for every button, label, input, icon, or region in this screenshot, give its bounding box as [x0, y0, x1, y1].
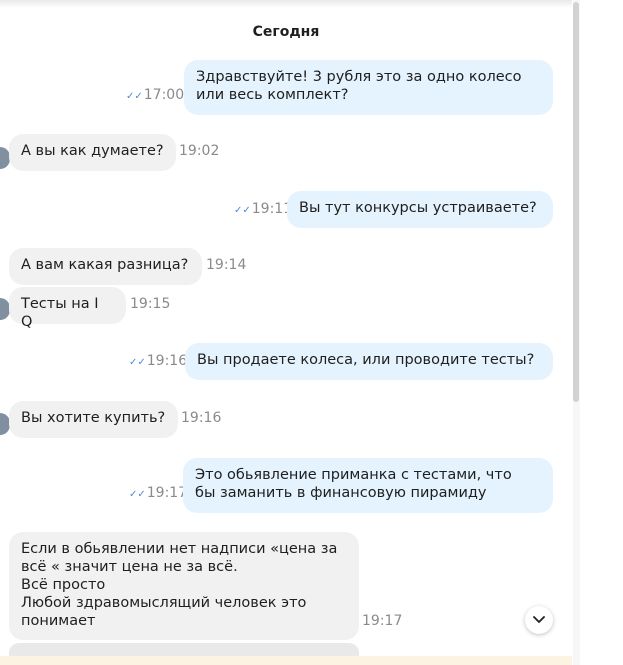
top-shadow	[0, 0, 572, 8]
incoming-message[interactable]: А вы как думаете?	[9, 134, 176, 171]
outgoing-message[interactable]: Вы продаете колеса, или проводите тесты?	[185, 343, 553, 380]
message-time: ✓✓19:11	[234, 201, 293, 217]
chevron-down-icon	[533, 616, 545, 623]
double-check-icon: ✓✓	[129, 357, 146, 368]
input-bar-top	[0, 656, 572, 665]
double-check-icon: ✓✓	[129, 489, 146, 500]
outgoing-message[interactable]: Это обьявление приманка с тестами, что б…	[183, 458, 553, 513]
scroll-down-button[interactable]	[525, 606, 553, 634]
message-time: ✓✓19:16	[129, 353, 188, 369]
double-check-icon: ✓✓	[126, 91, 143, 102]
message-time: 19:16	[181, 410, 222, 426]
outgoing-message[interactable]: Здравствуйте! 3 рубля это за одно колесо…	[184, 60, 553, 115]
scrollbar-thumb[interactable]	[573, 2, 579, 402]
incoming-message[interactable]: Тесты на I Q	[9, 287, 126, 330]
message-time: 19:02	[179, 143, 220, 159]
message-time: ✓✓19:17	[129, 485, 188, 501]
date-separator: Сегодня	[252, 24, 320, 40]
chat-panel: Сегодня ✓✓17:00 Здравствуйте! 3 рубля эт…	[0, 0, 572, 665]
next-message-edge	[9, 643, 359, 657]
message-time: ✓✓17:00	[126, 87, 185, 103]
double-check-icon: ✓✓	[234, 205, 251, 216]
incoming-message[interactable]: Вы хотите купить?	[9, 401, 178, 438]
incoming-message[interactable]: А вам какая разница?	[9, 248, 202, 285]
message-time: 19:15	[130, 296, 171, 312]
incoming-message[interactable]: Если в обьявлении нет надписи «цена за в…	[9, 532, 359, 640]
outgoing-message[interactable]: Вы тут конкурсы устраиваете?	[287, 191, 553, 228]
message-time: 19:17	[362, 613, 403, 629]
message-time: 19:14	[206, 257, 247, 273]
